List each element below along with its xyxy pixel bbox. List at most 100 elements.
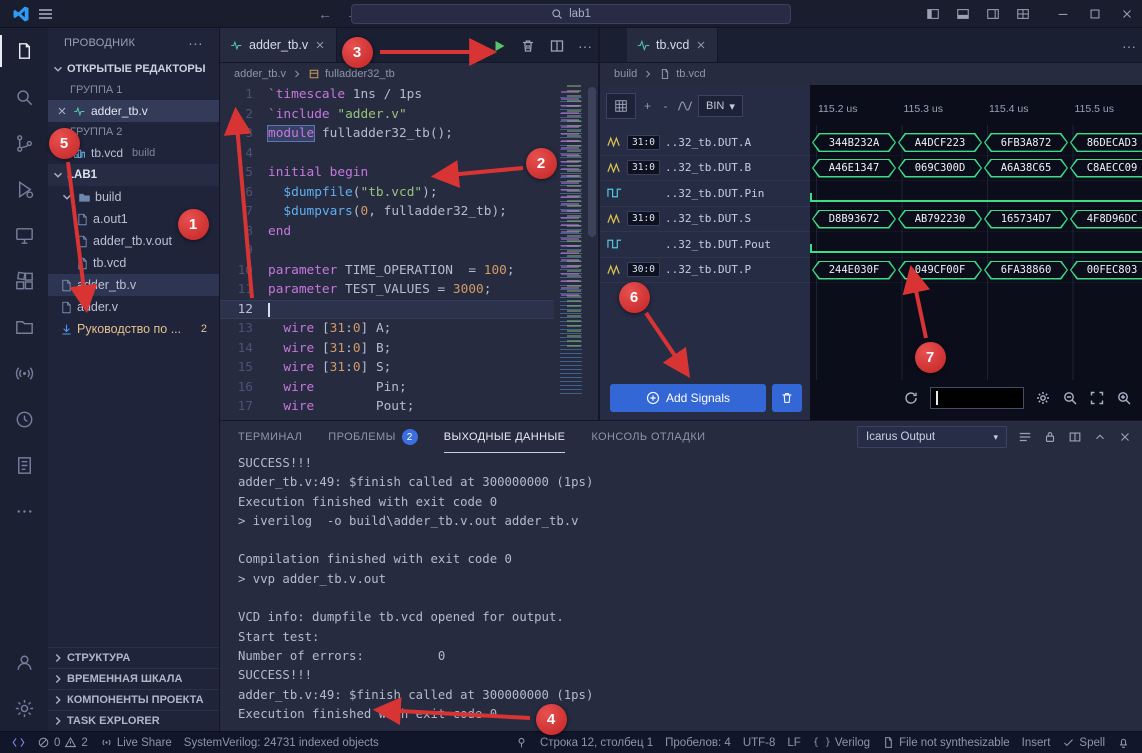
indentation-status[interactable]: Пробелов: 4 [659, 737, 737, 749]
code-line-5[interactable]: 5initial begin [220, 163, 554, 183]
code-line-15[interactable]: 15 wire [31:0] S; [220, 358, 554, 378]
panel-tab-output[interactable]: ВЫХОДНЫЕ ДАННЫЕ [444, 421, 566, 453]
code-line-13[interactable]: 13 wire [31:0] A; [220, 319, 554, 339]
breadcrumb-file[interactable]: tb.vcd [676, 68, 705, 80]
toggle-panel-icon[interactable] [956, 7, 970, 21]
close-tab-icon[interactable] [314, 39, 326, 51]
zoom-plus-mini-icon[interactable]: + [641, 99, 654, 113]
open-editors-section[interactable]: ОТКРЫТЫЕ РЕДАКТОРЫ [48, 58, 219, 80]
notifications-status[interactable] [1111, 736, 1136, 749]
breadcrumb[interactable]: adder_tb.v fulladder32_tb [220, 63, 598, 85]
language-status[interactable]: { }Verilog [807, 737, 876, 749]
run-button[interactable] [491, 38, 507, 54]
activity-account-icon[interactable] [0, 639, 48, 685]
panel-tab-debug-console[interactable]: КОНСОЛЬ ОТЛАДКИ [591, 421, 705, 453]
editor-scrollbar[interactable] [586, 85, 598, 420]
live-share-status[interactable]: Live Share [94, 732, 178, 753]
waveform-trace-row[interactable]: 344B232AA4DCF2236FB3A87286DECAD3 [810, 130, 1142, 156]
tab-adder-tb-v[interactable]: adder_tb.v [220, 28, 337, 62]
zoom-in-icon[interactable] [1116, 390, 1132, 406]
signal-row[interactable]: 0..32_tb.DUT.Pout [600, 232, 810, 258]
waveform-trace-row[interactable] [810, 232, 1142, 258]
section-task-explorer[interactable]: TASK EXPLORER [48, 710, 219, 731]
tree-item[interactable]: adder_tb.v.out [48, 230, 219, 252]
code-line-2[interactable]: 2`include "adder.v" [220, 105, 554, 125]
split-editor-icon[interactable] [549, 38, 565, 54]
section-timeline[interactable]: ВРЕМЕННАЯ ШКАЛА [48, 668, 219, 689]
display-mode-button[interactable] [606, 93, 636, 119]
spell-status[interactable]: Spell [1056, 736, 1111, 749]
signal-row[interactable]: 31:0..32_tb.DUT.B [600, 156, 810, 182]
waveform-trace-row[interactable]: A46E1347069C300DA6A38C65C8AECC09 [810, 156, 1142, 182]
code-line-17[interactable]: 17 wire Pout; [220, 397, 554, 417]
breadcrumb-symbol[interactable]: fulladder32_tb [325, 68, 395, 80]
code-editor[interactable]: 1`timescale 1ns / 1ps2`include "adder.v"… [220, 85, 554, 420]
signal-row[interactable]: 31:0..32_tb.DUT.A [600, 130, 810, 156]
editor-more-actions-icon[interactable]: ··· [1122, 38, 1136, 54]
lock-icon[interactable] [1043, 430, 1057, 444]
clear-output-icon[interactable] [1018, 430, 1032, 444]
sidebar-more-actions-icon[interactable]: ··· [188, 35, 203, 51]
analog-wave-icon[interactable] [677, 100, 693, 112]
breadcrumb[interactable]: build tb.vcd [600, 63, 1142, 85]
signal-row[interactable]: 0..32_tb.DUT.Pin [600, 181, 810, 207]
editor-more-actions-icon[interactable]: ··· [578, 38, 592, 54]
close-panel-icon[interactable] [1118, 430, 1132, 444]
problems-status[interactable]: 0 2 [31, 732, 94, 753]
radix-select[interactable]: BIN▾ [698, 95, 743, 117]
activity-output-notes-icon[interactable] [0, 442, 48, 488]
code-line-3[interactable]: 3module fulladder32_tb(); [220, 124, 554, 144]
tab-tb-vcd[interactable]: tb.vcd [627, 28, 718, 62]
eol-status[interactable]: LF [781, 737, 806, 749]
toggle-sidebar-icon[interactable] [926, 7, 940, 21]
panel-tab-terminal[interactable]: ТЕРМИНАЛ [238, 421, 302, 453]
breadcrumb-file[interactable]: adder_tb.v [234, 68, 286, 80]
activity-timeline-icon[interactable] [0, 396, 48, 442]
time-cursor-input[interactable] [930, 387, 1024, 409]
breadcrumb-folder[interactable]: build [614, 68, 637, 80]
activity-extensions-icon[interactable] [0, 258, 48, 304]
waveform-trace-row[interactable]: D8B93672AB792230165734D74F8D96DC [810, 207, 1142, 233]
tree-item[interactable]: build [48, 186, 219, 208]
toggle-secondary-sidebar-icon[interactable] [986, 7, 1000, 21]
activity-project-manager-icon[interactable] [0, 304, 48, 350]
zoom-minus-mini-icon[interactable]: - [659, 99, 672, 113]
back-icon[interactable]: ← [318, 6, 332, 22]
chevron-up-icon[interactable] [1093, 430, 1107, 444]
code-line-1[interactable]: 1`timescale 1ns / 1ps [220, 85, 554, 105]
waveform-trace-row[interactable] [810, 181, 1142, 207]
encoding-status[interactable]: UTF-8 [737, 737, 782, 749]
symbol-pin-status[interactable] [509, 736, 534, 749]
signal-row[interactable]: 30:0..32_tb.DUT.P [600, 258, 810, 284]
section-outline[interactable]: СТРУКТУРА [48, 647, 219, 668]
tree-item[interactable]: Руководство по ...2 [48, 318, 219, 340]
open-editor-adder-tb[interactable]: adder_tb.v [48, 100, 219, 122]
activity-remote-explorer-icon[interactable] [0, 212, 48, 258]
code-line-7[interactable]: 7 $dumpvars(0, fulladder32_tb); [220, 202, 554, 222]
search-input[interactable]: lab1 [351, 4, 791, 24]
activity-live-share-icon[interactable] [0, 350, 48, 396]
workspace-section-lab1[interactable]: LAB1 [48, 164, 219, 186]
code-line-4[interactable]: 4 [220, 144, 554, 164]
trash-icon[interactable] [520, 38, 536, 54]
code-line-9[interactable]: 9 [220, 241, 554, 261]
waveform-canvas[interactable]: 115.2 us115.3 us115.4 us115.5 us 344B232… [810, 85, 1142, 420]
activity-settings-icon[interactable] [0, 685, 48, 731]
refresh-icon[interactable] [903, 390, 919, 406]
code-line-8[interactable]: 8end [220, 222, 554, 242]
section-project-components[interactable]: КОМПОНЕНТЫ ПРОЕКТА [48, 689, 219, 710]
minimap[interactable] [558, 85, 584, 410]
output-console[interactable]: SUCCESS!!!adder_tb.v:49: $finish called … [238, 454, 1128, 727]
tree-item[interactable]: a.out1 [48, 208, 219, 230]
activity-search-icon[interactable] [0, 74, 48, 120]
panel-tab-problems[interactable]: ПРОБЛЕМЫ2 [328, 421, 417, 453]
tree-item[interactable]: tb.vcd [48, 252, 219, 274]
tree-item[interactable]: adder_tb.v [48, 274, 219, 296]
code-line-11[interactable]: 11parameter TEST_VALUES = 3000; [220, 280, 554, 300]
signal-row[interactable]: 31:0..32_tb.DUT.S [600, 207, 810, 233]
gear-icon[interactable] [1035, 390, 1051, 406]
indexer-status[interactable]: SystemVerilog: 24731 indexed objects [178, 732, 385, 753]
code-line-16[interactable]: 16 wire Pin; [220, 378, 554, 398]
customize-layout-icon[interactable] [1016, 7, 1030, 21]
minimize-icon[interactable] [1056, 7, 1070, 21]
